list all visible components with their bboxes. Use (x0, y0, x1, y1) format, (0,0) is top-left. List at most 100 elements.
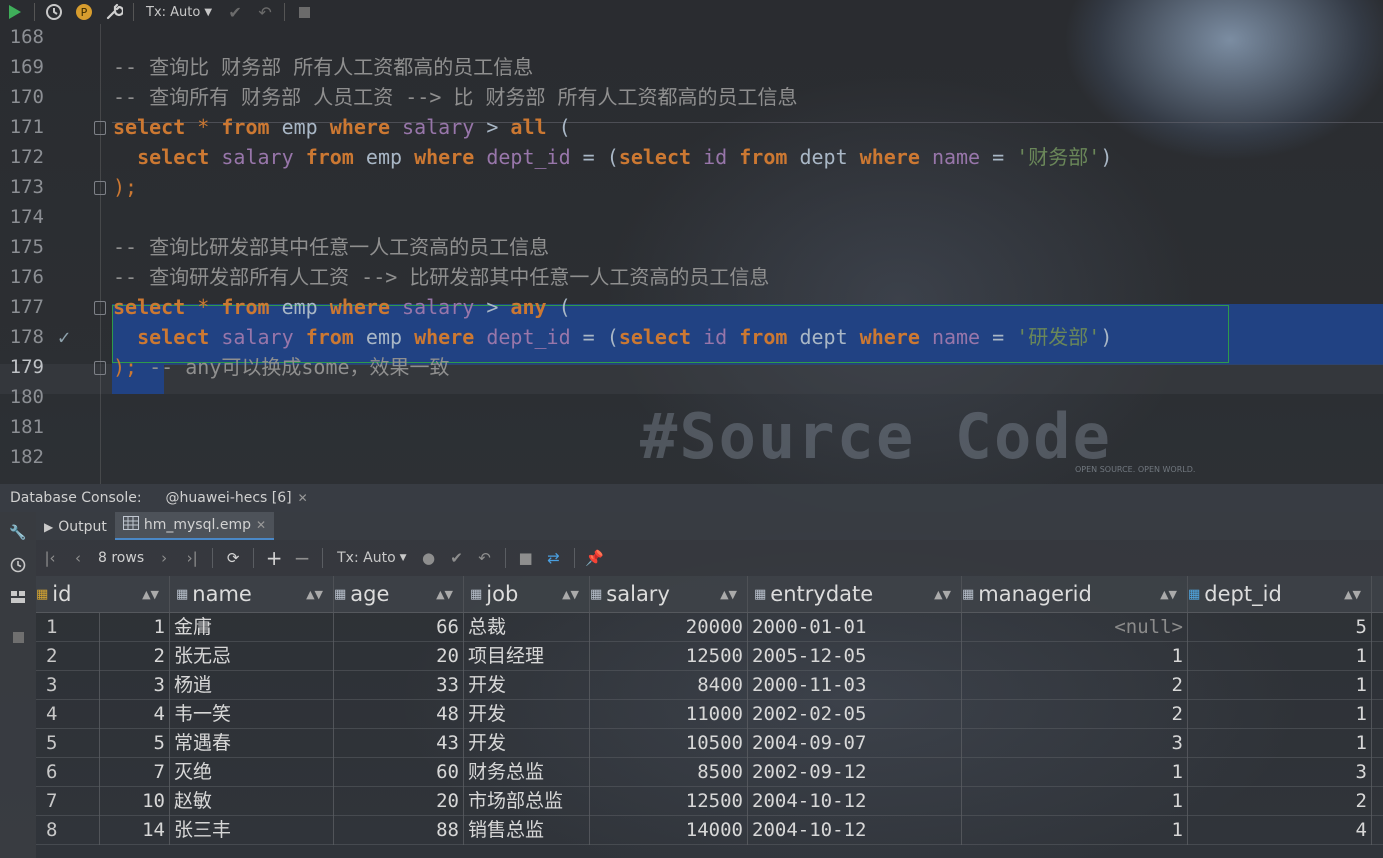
cell-managerid[interactable]: 2 (962, 671, 1188, 700)
result-tx-mode-dropdown[interactable]: Tx: Auto ▼ (329, 550, 414, 566)
db-icon[interactable]: ● (415, 544, 443, 572)
pin-icon[interactable]: 📌 (581, 544, 609, 572)
column-header-managerid[interactable]: ▦ managerid ▲▼ (962, 576, 1188, 612)
prev-page-icon[interactable]: ‹ (64, 544, 92, 572)
square-icon[interactable] (9, 628, 27, 646)
cell-managerid[interactable]: <null> (962, 613, 1188, 642)
cell-dept-id[interactable]: 4 (1188, 816, 1372, 845)
cell-job[interactable]: 项目经理 (464, 642, 590, 671)
sort-icon[interactable]: ▲▼ (136, 588, 159, 601)
cell-name[interactable]: 金庸 (170, 613, 334, 642)
table-row[interactable]: 8 14 张三丰 88 销售总监 14000 2004-10-12 1 4 (36, 816, 1383, 845)
commit-icon[interactable]: ✔ (220, 0, 250, 24)
column-header-salary[interactable]: ▦ salary ▲▼ (590, 576, 748, 612)
cell-name[interactable]: 韦一笑 (170, 700, 334, 729)
cell-salary[interactable]: 12500 (590, 642, 748, 671)
cell-name[interactable]: 常遇春 (170, 729, 334, 758)
cell-job[interactable]: 开发 (464, 729, 590, 758)
column-header-job[interactable]: ▦ job ▲▼ (464, 576, 590, 612)
cell-name[interactable]: 张无忌 (170, 642, 334, 671)
cell-dept-id[interactable]: 2 (1188, 787, 1372, 816)
cell-dept-id[interactable]: 1 (1188, 729, 1372, 758)
cell-entrydate[interactable]: 2000-11-03 (748, 671, 962, 700)
table-row[interactable]: 3 3 杨逍 33 开发 8400 2000-11-03 2 1 (36, 671, 1383, 700)
result-grid[interactable]: ▦ id ▲▼ ▦ name ▲▼ ▦ age ▲▼ ▦ job ▲▼ ▦ sa… (36, 576, 1383, 858)
cell-age[interactable]: 33 (334, 671, 464, 700)
cell-job[interactable]: 总裁 (464, 613, 590, 642)
stop-icon[interactable]: ■ (512, 544, 540, 572)
first-page-icon[interactable]: |‹ (36, 544, 64, 572)
cell-managerid[interactable]: 1 (962, 816, 1188, 845)
cell-salary[interactable]: 8400 (590, 671, 748, 700)
console-session-tab[interactable]: @huawei-hecs [6] ✕ (166, 490, 308, 506)
cell-name[interactable]: 杨逍 (170, 671, 334, 700)
cell-salary[interactable]: 12500 (590, 787, 748, 816)
profile-icon[interactable]: P (69, 0, 99, 24)
sort-icon[interactable]: ▲▼ (928, 588, 951, 601)
cell-age[interactable]: 48 (334, 700, 464, 729)
cell-id[interactable]: 3 (100, 671, 170, 700)
cell-id[interactable]: 14 (100, 816, 170, 845)
fold-marker-icon[interactable] (94, 361, 106, 375)
cell-job[interactable]: 开发 (464, 671, 590, 700)
column-header-name[interactable]: ▦ name ▲▼ (170, 576, 334, 612)
close-icon[interactable]: ✕ (256, 518, 266, 532)
cell-managerid[interactable]: 3 (962, 729, 1188, 758)
table-row[interactable]: 4 4 韦一笑 48 开发 11000 2002-02-05 2 1 (36, 700, 1383, 729)
cell-job[interactable]: 财务总监 (464, 758, 590, 787)
cell-id[interactable]: 5 (100, 729, 170, 758)
wrench-icon[interactable] (99, 0, 129, 24)
cell-salary[interactable]: 20000 (590, 613, 748, 642)
tab-hm-mysql-emp[interactable]: hm_mysql.emp ✕ (114, 512, 275, 540)
column-header-age[interactable]: ▦ age ▲▼ (334, 576, 464, 612)
rollback-icon[interactable]: ↶ (471, 544, 499, 572)
cell-entrydate[interactable]: 2005-12-05 (748, 642, 962, 671)
cell-id[interactable]: 4 (100, 700, 170, 729)
run-icon[interactable] (0, 0, 30, 24)
cell-entrydate[interactable]: 2004-10-12 (748, 787, 962, 816)
fold-marker-icon[interactable] (94, 181, 106, 195)
cell-name[interactable]: 灭绝 (170, 758, 334, 787)
cell-entrydate[interactable]: 2004-10-12 (748, 816, 962, 845)
wrench-icon[interactable]: 🔧 (9, 524, 27, 542)
cell-job[interactable]: 市场部总监 (464, 787, 590, 816)
cell-entrydate[interactable]: 2000-01-01 (748, 613, 962, 642)
sort-icon[interactable]: ▲▼ (714, 588, 737, 601)
fold-marker-icon[interactable] (94, 121, 106, 135)
tab-output[interactable]: ▶ Output (36, 514, 115, 540)
fold-marker-icon[interactable] (94, 301, 106, 315)
sql-editor[interactable]: #Source Code OPEN SOURCE. OPEN WORLD. 16… (0, 24, 1383, 484)
cell-entrydate[interactable]: 2002-02-05 (748, 700, 962, 729)
sort-icon[interactable]: ▲▼ (1338, 588, 1361, 601)
cell-dept-id[interactable]: 1 (1188, 700, 1372, 729)
cell-managerid[interactable]: 2 (962, 700, 1188, 729)
cell-dept-id[interactable]: 3 (1188, 758, 1372, 787)
clock-icon[interactable] (9, 556, 27, 574)
refresh-icon[interactable]: ⟳ (219, 544, 247, 572)
cell-job[interactable]: 销售总监 (464, 816, 590, 845)
cell-dept-id[interactable]: 1 (1188, 642, 1372, 671)
cell-managerid[interactable]: 1 (962, 787, 1188, 816)
commit-icon[interactable]: ✔ (443, 544, 471, 572)
sort-icon[interactable]: ▲▼ (556, 588, 579, 601)
history-icon[interactable] (39, 0, 69, 24)
cell-salary[interactable]: 11000 (590, 700, 748, 729)
cell-salary[interactable]: 14000 (590, 816, 748, 845)
cell-id[interactable]: 7 (100, 758, 170, 787)
close-icon[interactable]: ✕ (298, 491, 308, 505)
compare-icon[interactable]: ⇄ (540, 544, 568, 572)
sort-icon[interactable]: ▲▼ (300, 588, 323, 601)
sort-icon[interactable]: ▲▼ (1154, 588, 1177, 601)
cell-name[interactable]: 张三丰 (170, 816, 334, 845)
cell-dept-id[interactable]: 5 (1188, 613, 1372, 642)
stop-icon[interactable] (289, 0, 319, 24)
cell-age[interactable]: 60 (334, 758, 464, 787)
cell-salary[interactable]: 8500 (590, 758, 748, 787)
column-header-id[interactable]: ▦ id ▲▼ (36, 576, 170, 612)
cell-age[interactable]: 20 (334, 787, 464, 816)
cell-age[interactable]: 20 (334, 642, 464, 671)
cell-salary[interactable]: 10500 (590, 729, 748, 758)
cell-managerid[interactable]: 1 (962, 642, 1188, 671)
cell-id[interactable]: 2 (100, 642, 170, 671)
table-row[interactable]: 1 1 金庸 66 总裁 20000 2000-01-01 <null> 5 (36, 613, 1383, 642)
